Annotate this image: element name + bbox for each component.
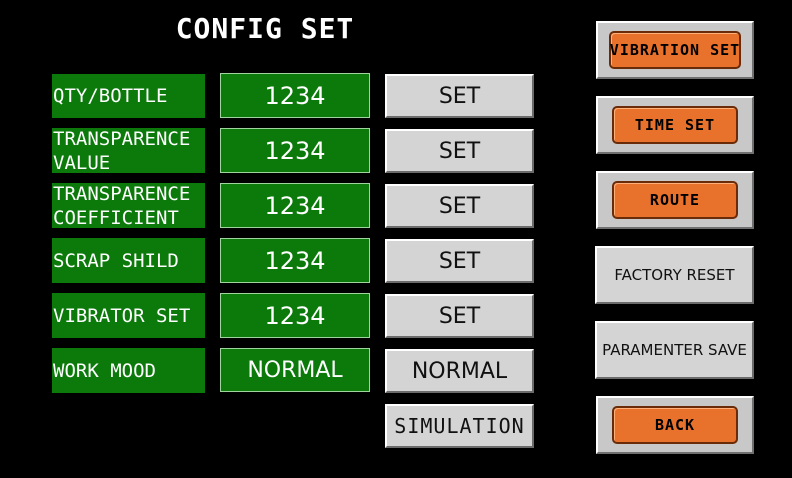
label-transparence-coefficient: TRANSPARENCE COEFFICIENT — [52, 183, 205, 229]
vibration-set-button[interactable]: VIBRATION SET — [609, 31, 741, 69]
label-scrap-shild: SCRAP SHILD — [52, 238, 205, 283]
set-button-transparence-value[interactable]: SET — [385, 129, 534, 173]
label-work-mood: WORK MOOD — [52, 348, 205, 393]
set-button-vibrator-set[interactable]: SET — [385, 294, 534, 338]
simulation-button[interactable]: SIMULATION — [385, 404, 534, 448]
set-button-qty-bottle[interactable]: SET — [385, 74, 534, 118]
label-vibrator-set: VIBRATOR SET — [52, 293, 205, 338]
value-qty-bottle[interactable]: 1234 — [220, 73, 370, 118]
value-transparence-value[interactable]: 1234 — [220, 128, 370, 173]
route-button[interactable]: ROUTE — [612, 181, 738, 219]
time-set-button[interactable]: TIME SET — [612, 106, 738, 144]
label-qty-bottle: QTY/BOTTLE — [52, 74, 205, 118]
factory-reset-button[interactable]: FACTORY RESET — [595, 246, 754, 304]
set-button-scrap-shild[interactable]: SET — [385, 239, 534, 283]
value-work-mood: NORMAL — [220, 348, 370, 392]
value-scrap-shild[interactable]: 1234 — [220, 238, 370, 283]
normal-button[interactable]: NORMAL — [385, 349, 534, 393]
route-frame: ROUTE — [596, 171, 754, 229]
parameter-save-button[interactable]: PARAMENTER SAVE — [595, 321, 754, 379]
label-transparence-value: TRANSPARENCE VALUE — [52, 128, 205, 174]
time-set-frame: TIME SET — [596, 96, 754, 154]
back-frame: BACK — [596, 396, 754, 454]
page-title: CONFIG SET — [175, 12, 355, 45]
vibration-set-frame: VIBRATION SET — [596, 21, 754, 79]
value-vibrator-set[interactable]: 1234 — [220, 293, 370, 338]
set-button-transparence-coefficient[interactable]: SET — [385, 184, 534, 228]
value-transparence-coefficient[interactable]: 1234 — [220, 183, 370, 228]
back-button[interactable]: BACK — [612, 406, 738, 444]
